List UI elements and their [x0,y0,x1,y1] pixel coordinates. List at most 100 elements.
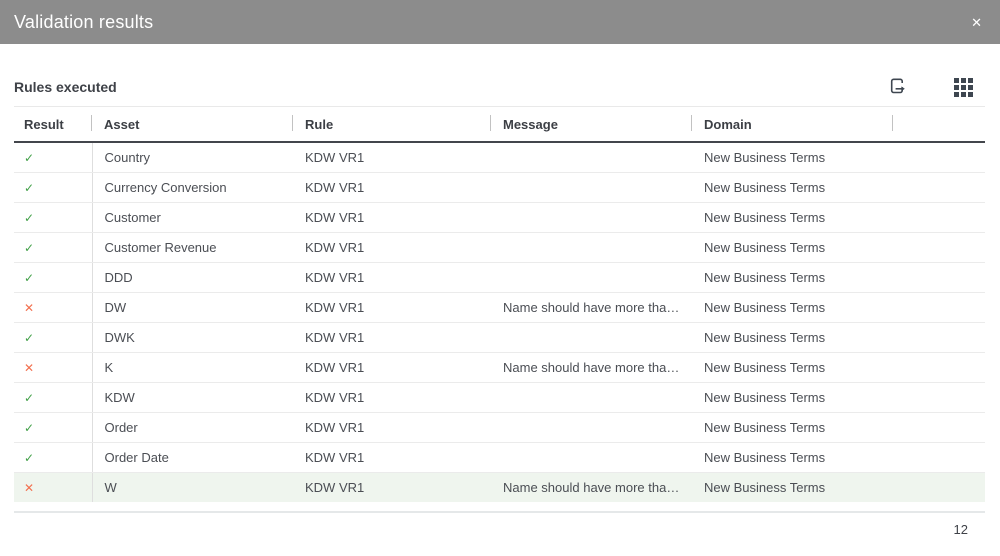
domain-cell: New Business Terms [692,382,893,412]
domain-cell: New Business Terms [692,322,893,352]
domain-cell: New Business Terms [692,472,893,502]
fail-icon: ✕ [24,301,34,315]
result-cell: ✓ [14,412,92,442]
grid-icon [954,78,973,97]
message-cell [491,382,692,412]
columns-button[interactable] [954,78,973,97]
rules-executed-table: Result Asset Rule Message Domain ✓ Count… [14,106,985,502]
rule-cell: KDW VR1 [293,232,491,262]
table-row[interactable]: ✓ Customer KDW VR1 New Business Terms [14,202,985,232]
message-cell [491,262,692,292]
asset-cell: DDD [92,262,293,292]
extra-cell [893,202,985,232]
table-row[interactable]: ✕ DW KDW VR1 Name should have more than … [14,292,985,322]
message-cell [491,412,692,442]
table-row[interactable]: ✓ Order KDW VR1 New Business Terms [14,412,985,442]
dialog-titlebar: Validation results ✕ [0,0,1000,44]
result-cell: ✓ [14,172,92,202]
domain-cell: New Business Terms [692,172,893,202]
column-header-domain: Domain [692,107,893,143]
message-cell: Name should have more than … [491,352,692,382]
domain-cell: New Business Terms [692,412,893,442]
export-button[interactable] [888,76,908,99]
result-cell: ✓ [14,442,92,472]
rule-cell: KDW VR1 [293,322,491,352]
table-row[interactable]: ✓ Currency Conversion KDW VR1 New Busine… [14,172,985,202]
table-row[interactable]: ✓ Country KDW VR1 New Business Terms [14,142,985,172]
table-header: Result Asset Rule Message Domain [14,107,985,143]
extra-cell [893,292,985,322]
message-cell [491,142,692,172]
fail-icon: ✕ [24,481,34,495]
table-row[interactable]: ✓ DWK KDW VR1 New Business Terms [14,322,985,352]
rule-cell: KDW VR1 [293,412,491,442]
extra-cell [893,472,985,502]
message-cell [491,322,692,352]
extra-cell [893,412,985,442]
pass-icon: ✓ [24,331,34,345]
toolbar: Rules executed [14,68,985,106]
asset-cell: DWK [92,322,293,352]
result-cell: ✓ [14,202,92,232]
message-cell [491,442,692,472]
table-footer: 12 [14,511,985,537]
result-cell: ✕ [14,292,92,322]
domain-cell: New Business Terms [692,352,893,382]
message-cell [491,232,692,262]
rule-cell: KDW VR1 [293,202,491,232]
dialog-content: Rules executed [0,68,1000,537]
extra-cell [893,352,985,382]
export-icon [888,76,908,99]
pass-icon: ✓ [24,211,34,225]
rule-cell: KDW VR1 [293,142,491,172]
rule-cell: KDW VR1 [293,352,491,382]
asset-cell: DW [92,292,293,322]
pass-icon: ✓ [24,391,34,405]
result-cell: ✕ [14,472,92,502]
message-cell: Name should have more than … [491,472,692,502]
asset-cell: Customer [92,202,293,232]
rule-cell: KDW VR1 [293,172,491,202]
message-cell [491,172,692,202]
extra-cell [893,172,985,202]
table-row[interactable]: ✓ KDW KDW VR1 New Business Terms [14,382,985,412]
fail-icon: ✕ [24,361,34,375]
column-header-message: Message [491,107,692,143]
result-cell: ✓ [14,232,92,262]
extra-cell [893,322,985,352]
table-body: ✓ Country KDW VR1 New Business Terms ✓ C… [14,142,985,502]
asset-cell: W [92,472,293,502]
table-row[interactable]: ✕ W KDW VR1 Name should have more than …… [14,472,985,502]
pass-icon: ✓ [24,451,34,465]
table-row[interactable]: ✓ Customer Revenue KDW VR1 New Business … [14,232,985,262]
asset-cell: KDW [92,382,293,412]
result-cell: ✕ [14,352,92,382]
extra-cell [893,232,985,262]
result-cell: ✓ [14,262,92,292]
close-icon[interactable]: ✕ [971,16,982,29]
table-row[interactable]: ✓ DDD KDW VR1 New Business Terms [14,262,985,292]
extra-cell [893,442,985,472]
section-heading: Rules executed [14,79,117,95]
pass-icon: ✓ [24,151,34,165]
asset-cell: Currency Conversion [92,172,293,202]
dialog-title: Validation results [14,12,153,33]
domain-cell: New Business Terms [692,142,893,172]
asset-cell: Customer Revenue [92,232,293,262]
rule-cell: KDW VR1 [293,382,491,412]
column-header-extra [893,107,985,143]
table-row[interactable]: ✕ K KDW VR1 Name should have more than …… [14,352,985,382]
pass-icon: ✓ [24,421,34,435]
domain-cell: New Business Terms [692,232,893,262]
table-row[interactable]: ✓ Order Date KDW VR1 New Business Terms [14,442,985,472]
column-header-result: Result [14,107,92,143]
column-header-rule: Rule [293,107,491,143]
asset-cell: Order Date [92,442,293,472]
pass-icon: ✓ [24,241,34,255]
pass-icon: ✓ [24,271,34,285]
extra-cell [893,142,985,172]
rule-cell: KDW VR1 [293,292,491,322]
result-cell: ✓ [14,322,92,352]
extra-cell [893,382,985,412]
toolbar-icons [888,76,985,99]
